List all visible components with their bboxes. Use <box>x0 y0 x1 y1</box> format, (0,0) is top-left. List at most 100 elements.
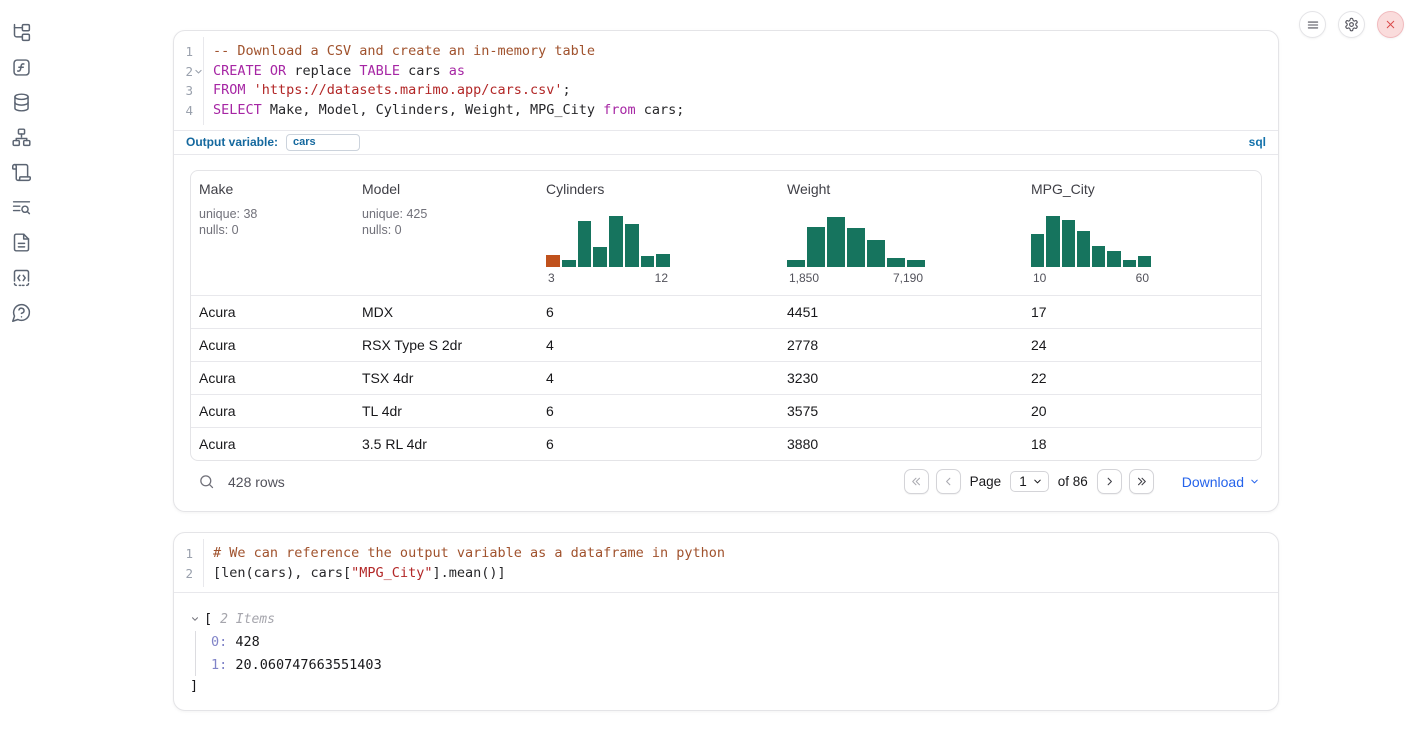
table-cell[interactable]: 3.5 RL 4dr <box>354 436 538 452</box>
output-variable-input[interactable] <box>286 134 360 151</box>
histogram-min-label: 3 <box>548 271 555 285</box>
code-line[interactable]: 1# We can reference the output variable … <box>174 544 1278 564</box>
table-cell[interactable]: 3575 <box>779 403 1023 419</box>
table-row[interactable]: AcuraTL 4dr6357520 <box>191 394 1261 427</box>
histogram-bar <box>847 228 865 267</box>
tree-children: 0: 4281: 20.060747663551403 <box>195 631 1262 676</box>
page-select[interactable]: 1 <box>1010 471 1049 492</box>
column-stat: nulls: 0 <box>362 222 427 239</box>
code-line[interactable]: 4SELECT Make, Model, Cylinders, Weight, … <box>174 101 1278 121</box>
table-cell[interactable]: Acura <box>191 403 354 419</box>
menu-button[interactable] <box>1299 11 1326 38</box>
table-cell[interactable]: TL 4dr <box>354 403 538 419</box>
table-cell[interactable]: 18 <box>1023 436 1261 452</box>
download-label: Download <box>1182 474 1244 490</box>
histogram-axis-labels: 3 12 <box>546 271 670 285</box>
table-cell[interactable]: Acura <box>191 436 354 452</box>
sql-code-editor[interactable]: 1-- Download a CSV and create an in-memo… <box>174 31 1278 130</box>
table-cell[interactable]: 6 <box>538 436 779 452</box>
sidebar-item-database[interactable] <box>11 91 33 113</box>
column-header-make[interactable]: Makeunique: 38nulls: 0 <box>191 171 354 295</box>
sidebar-item-snippets[interactable] <box>11 266 33 288</box>
menu-icon <box>1306 18 1320 32</box>
table-cell[interactable]: MDX <box>354 304 538 320</box>
sidebar-item-help[interactable] <box>11 301 33 323</box>
sidebar-item-documentation[interactable] <box>11 231 33 253</box>
table-row[interactable]: AcuraRSX Type S 2dr4277824 <box>191 328 1261 361</box>
code-text: [len(cars), cars["MPG_City"].mean()] <box>203 564 506 584</box>
chevrons-right-icon <box>1135 475 1148 488</box>
table-cell[interactable]: 4 <box>538 337 779 353</box>
sidebar <box>0 0 44 729</box>
sql-cell-output: Makeunique: 38nulls: 0Modelunique: 425nu… <box>174 155 1278 502</box>
code-token: FROM <box>213 82 246 98</box>
output-variable-bar: Output variable: sql <box>174 130 1278 155</box>
histogram-bar <box>807 227 825 267</box>
column-header-weight[interactable]: Weight1,8507,190 <box>779 171 1023 295</box>
table-cell[interactable]: 20 <box>1023 403 1261 419</box>
python-code-editor[interactable]: 1# We can reference the output variable … <box>174 533 1278 593</box>
chevron-right-icon <box>1103 475 1116 488</box>
line-number: 3 <box>185 81 193 101</box>
column-header-cylinders[interactable]: Cylinders312 <box>538 171 779 295</box>
download-menu[interactable]: Download <box>1182 474 1260 490</box>
line-number: 2 <box>185 62 193 82</box>
histogram-bars <box>787 214 925 267</box>
next-page-button[interactable] <box>1097 469 1122 494</box>
histogram-bar <box>887 258 905 267</box>
code-token <box>246 82 254 98</box>
table-row[interactable]: AcuraMDX6445117 <box>191 295 1261 328</box>
documentation-icon <box>11 232 32 253</box>
table-cell[interactable]: 4451 <box>779 304 1023 320</box>
output-variable-label: Output variable: <box>186 135 278 149</box>
code-line[interactable]: 3FROM 'https://datasets.marimo.app/cars.… <box>174 81 1278 101</box>
code-token: TABLE <box>359 63 400 79</box>
histogram-bar <box>1138 256 1151 267</box>
table-cell[interactable]: 22 <box>1023 370 1261 386</box>
code-token: replace <box>286 63 359 79</box>
code-token: cars; <box>636 102 685 118</box>
histogram-max-label: 12 <box>655 271 668 285</box>
histogram-bar <box>578 221 592 267</box>
code-text: # We can reference the output variable a… <box>203 544 725 564</box>
table-cell[interactable]: 4 <box>538 370 779 386</box>
table-cell[interactable]: TSX 4dr <box>354 370 538 386</box>
sidebar-item-scratchpad[interactable] <box>11 161 33 183</box>
line-number: 1 <box>185 42 193 62</box>
table-cell[interactable]: Acura <box>191 304 354 320</box>
sidebar-item-logs[interactable] <box>11 196 33 218</box>
first-page-button[interactable] <box>904 469 929 494</box>
last-page-button[interactable] <box>1129 469 1154 494</box>
prev-page-button[interactable] <box>936 469 961 494</box>
table-cell[interactable]: RSX Type S 2dr <box>354 337 538 353</box>
table-cell[interactable]: 6 <box>538 403 779 419</box>
code-line[interactable]: 2[len(cars), cars["MPG_City"].mean()] <box>174 564 1278 584</box>
code-token: # We can reference the output variable a… <box>213 545 725 561</box>
histogram-bar <box>609 216 623 266</box>
table-row[interactable]: Acura3.5 RL 4dr6388018 <box>191 427 1261 460</box>
column-header-mpg_city[interactable]: MPG_City1060 <box>1023 171 1261 295</box>
collapse-chevron-icon[interactable] <box>190 614 200 624</box>
table-row[interactable]: AcuraTSX 4dr4323022 <box>191 361 1261 394</box>
sidebar-item-function[interactable] <box>11 56 33 78</box>
table-cell[interactable]: 2778 <box>779 337 1023 353</box>
table-cell[interactable]: Acura <box>191 337 354 353</box>
code-line[interactable]: 2CREATE OR replace TABLE cars as <box>174 62 1278 82</box>
table-cell[interactable]: 3880 <box>779 436 1023 452</box>
table-cell[interactable]: 6 <box>538 304 779 320</box>
histogram-bar <box>593 247 607 267</box>
code-line[interactable]: 1-- Download a CSV and create an in-memo… <box>174 42 1278 62</box>
settings-button[interactable] <box>1338 11 1365 38</box>
table-cell[interactable]: Acura <box>191 370 354 386</box>
shutdown-button[interactable] <box>1377 11 1404 38</box>
sidebar-item-file-tree[interactable] <box>11 21 33 43</box>
table-cell[interactable]: 3230 <box>779 370 1023 386</box>
search-icon[interactable] <box>198 473 215 490</box>
histogram-bar <box>1077 231 1090 267</box>
column-header-model[interactable]: Modelunique: 425nulls: 0 <box>354 171 538 295</box>
sidebar-item-dependency-graph[interactable] <box>11 126 33 148</box>
table-cell[interactable]: 17 <box>1023 304 1261 320</box>
table-cell[interactable]: 24 <box>1023 337 1261 353</box>
fold-chevron-icon[interactable] <box>193 67 203 76</box>
tree-root-row: [2 Items <box>190 609 1262 629</box>
